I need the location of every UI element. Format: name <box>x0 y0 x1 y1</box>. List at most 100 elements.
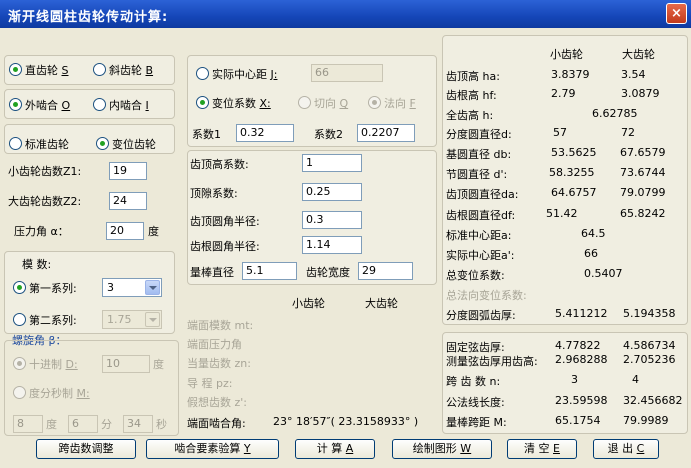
actual-center-radio[interactable] <box>196 67 209 80</box>
tip-dia-label: 齿顶圆直径da: <box>446 188 519 201</box>
internal-mesh-radio[interactable] <box>93 98 106 111</box>
straight-gear-radio[interactable] <box>9 63 22 76</box>
clearance-coef-label: 顶隙系数: <box>190 187 238 200</box>
operating-pitch-dia-big: 73.6744 <box>620 166 666 179</box>
standard-gear-label[interactable]: 标准齿轮 <box>25 136 69 152</box>
root-fillet-label: 齿根圆角半径: <box>190 240 260 253</box>
minute-unit: 分 <box>101 418 112 431</box>
base-tangent-small: 23.59598 <box>555 394 608 407</box>
external-mesh-label[interactable]: 外啮合 O <box>25 97 70 113</box>
mesh-check-button[interactable]: 啮合要素验算 Y <box>146 439 279 459</box>
span-teeth-small: 3 <box>571 373 578 386</box>
actual-center-label[interactable]: 实际中心距 J: <box>212 66 277 82</box>
dms-label: 度分秒制 M: <box>29 387 90 400</box>
transverse-module-label: 端面模数 mt: <box>187 319 254 332</box>
straight-gear-label[interactable]: 直齿轮 S <box>25 62 68 78</box>
addendum-small: 3.8379 <box>551 68 590 81</box>
normal-radio <box>368 96 381 109</box>
pressure-angle-input[interactable]: 20 <box>106 222 144 240</box>
addendum-coef-input[interactable]: 1 <box>302 154 362 172</box>
dedendum-small: 2.79 <box>551 87 576 100</box>
transverse-pressure-label: 端面压力角 <box>187 338 242 351</box>
total-shift-value: 0.5407 <box>584 267 623 280</box>
addendum-coef-label: 齿顶高系数: <box>190 158 249 171</box>
chevron-down-icon[interactable] <box>145 280 160 295</box>
transverse-contact-angle-label: 端面啮合角: <box>187 417 246 430</box>
shift-coef-label[interactable]: 变位系数 X: <box>212 95 271 111</box>
face-width-input[interactable]: 29 <box>358 262 413 280</box>
span-teeth-label: 跨 齿 数 n: <box>446 375 501 388</box>
shift-coef-radio[interactable] <box>196 96 209 109</box>
series1-value: 3 <box>107 281 114 294</box>
equiv-teeth-label: 当量齿数 zn: <box>187 357 251 370</box>
whole-depth-value: 6.62785 <box>592 107 638 120</box>
fixed-chord-small: 4.77822 <box>555 339 601 352</box>
coef1-label: 系数1 <box>192 128 221 141</box>
base-tangent-big: 32.456682 <box>623 394 683 407</box>
root-fillet-input[interactable]: 1.14 <box>302 236 362 254</box>
addendum-big: 3.54 <box>621 68 646 81</box>
rod-diameter-label: 量棒直径 <box>190 266 234 279</box>
helical-gear-radio[interactable] <box>93 63 106 76</box>
standard-gear-radio[interactable] <box>9 137 22 150</box>
series2-radio[interactable] <box>13 313 26 326</box>
lead-label: 导 程 pz: <box>187 377 233 390</box>
coef2-label: 系数2 <box>314 128 343 141</box>
z2-input[interactable]: 24 <box>109 192 147 210</box>
addendum-label: 齿顶高 ha: <box>446 70 500 83</box>
exit-button[interactable]: 退 出 C <box>593 439 659 459</box>
dedendum-big: 3.0879 <box>621 87 660 100</box>
pitch-dia-small: 57 <box>553 126 567 139</box>
dms-radio <box>13 386 26 399</box>
close-button[interactable]: × <box>666 3 687 24</box>
series1-select[interactable]: 3 <box>102 278 162 297</box>
base-dia-label: 基圆直径 db: <box>446 148 512 161</box>
normal-label: 法向 F <box>384 97 416 110</box>
draw-button[interactable]: 绘制图形 W <box>392 439 492 459</box>
fixed-chord-height-label: 测量弦齿厚用齿高: <box>446 355 538 368</box>
middle-col-small-gear: 小齿轮 <box>292 297 325 310</box>
series1-radio[interactable] <box>13 281 26 294</box>
pitch-dia-big: 72 <box>621 126 635 139</box>
calculate-button[interactable]: 计 算 A <box>295 439 375 459</box>
external-mesh-radio[interactable] <box>9 98 22 111</box>
pitch-thickness-label: 分度圆弧齿厚: <box>446 309 516 322</box>
operating-pitch-dia-small: 58.3255 <box>549 166 595 179</box>
series1-label[interactable]: 第一系列: <box>29 280 77 296</box>
chevron-down-icon <box>145 312 160 327</box>
helical-gear-label[interactable]: 斜齿轮 B <box>109 62 153 78</box>
internal-mesh-label[interactable]: 内啮合 I <box>109 97 149 113</box>
modified-gear-label[interactable]: 变位齿轮 <box>112 136 156 152</box>
minute-input: 6 <box>68 415 98 433</box>
root-dia-big: 65.8242 <box>620 207 666 220</box>
coef2-input[interactable]: 0.2207 <box>357 124 415 142</box>
degree-unit: 度 <box>46 418 57 431</box>
rod-diameter-input[interactable]: 5.1 <box>242 262 297 280</box>
operating-pitch-dia-label: 节圆直径 d': <box>446 168 508 181</box>
z2-label: 大齿轮齿数Z2: <box>8 195 82 208</box>
z1-input[interactable]: 19 <box>109 162 147 180</box>
span-adjust-button[interactable]: 跨齿数调整 <box>36 439 136 459</box>
actual-center-input: 66 <box>311 64 383 82</box>
coef1-input[interactable]: 0.32 <box>236 124 294 142</box>
z1-label: 小齿轮齿数Z1: <box>8 165 82 178</box>
base-tangent-label: 公法线长度: <box>446 396 505 409</box>
tip-dia-small: 64.6757 <box>551 186 597 199</box>
total-shift-label: 总变位系数: <box>446 269 505 282</box>
clear-button[interactable]: 清 空 E <box>507 439 577 459</box>
series2-label[interactable]: 第二系列: <box>29 312 77 328</box>
base-dia-big: 67.6579 <box>620 146 666 159</box>
middle-col-big-gear: 大齿轮 <box>365 297 398 310</box>
over-pins-label: 量棒跨距 M: <box>446 416 507 429</box>
modified-gear-radio[interactable] <box>96 137 109 150</box>
pressure-angle-unit: 度 <box>148 225 159 238</box>
tip-fillet-input[interactable]: 0.3 <box>302 211 362 229</box>
whole-depth-label: 全齿高 h: <box>446 109 494 122</box>
dedendum-label: 齿根高 hf: <box>446 89 497 102</box>
tip-fillet-label: 齿顶圆角半径: <box>190 215 260 228</box>
clearance-coef-input[interactable]: 0.25 <box>302 183 362 201</box>
std-center-label: 标准中心距a: <box>446 229 512 242</box>
over-pins-small: 65.1754 <box>555 414 601 427</box>
window-title: 渐开线圆柱齿轮传动计算: <box>8 10 169 25</box>
degree-input: 8 <box>13 415 43 433</box>
